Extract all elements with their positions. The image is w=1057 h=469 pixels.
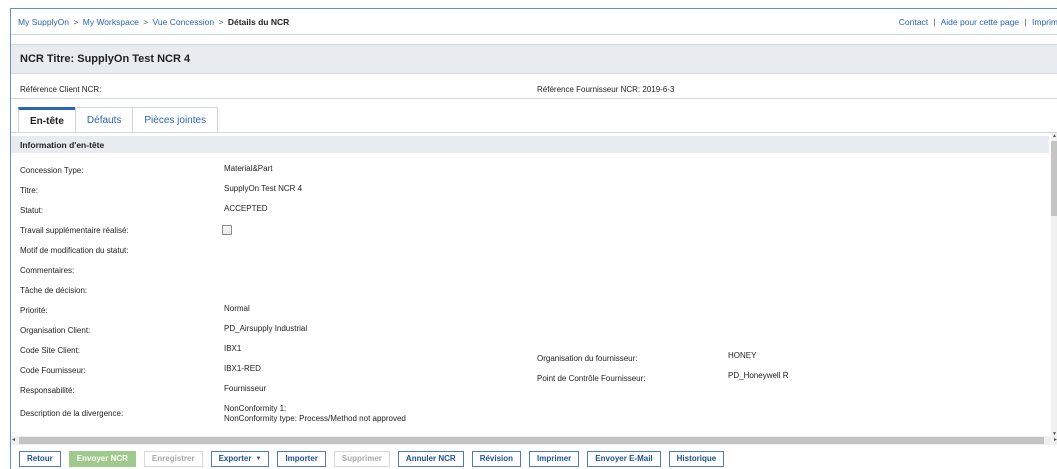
field-value-org-fournisseur: HONEY bbox=[728, 351, 757, 360]
link-separator: | bbox=[933, 16, 936, 27]
importer-button[interactable]: Importer bbox=[277, 450, 326, 467]
field-label-org-fournisseur: Organisation du fournisseur: bbox=[537, 354, 638, 363]
top-bar: My SupplyOn > My Workspace > Vue Concess… bbox=[11, 9, 1057, 35]
field-label-concession-type: Concession Type: bbox=[20, 166, 84, 175]
field-label-commentaires: Commentaires: bbox=[20, 266, 75, 275]
imprimer-button[interactable]: Imprimer bbox=[529, 450, 580, 467]
description-line: NonConformity type: Process/Method not a… bbox=[224, 413, 406, 423]
exporter-label: Exporter bbox=[218, 454, 252, 463]
historique-button[interactable]: Historique bbox=[668, 450, 725, 467]
tab-pieces-jointes[interactable]: Pièces jointes bbox=[132, 107, 219, 132]
chevron-down-icon: ▼ bbox=[255, 455, 262, 462]
field-label-point-controle: Point de Contrôle Fournisseur: bbox=[537, 374, 646, 383]
retour-button[interactable]: Retour bbox=[19, 450, 61, 467]
field-value-org-client: PD_Airsupply Industrial bbox=[224, 324, 308, 333]
field-label-org-client: Organisation Client: bbox=[20, 326, 91, 335]
action-button-bar: Retour Envoyer NCR Enregistrer Exporter … bbox=[11, 447, 1057, 469]
horizontal-scrollbar[interactable]: ◂ ▸ bbox=[11, 436, 1057, 445]
page-title-bar: NCR Titre: SupplyOn Test NCR 4 bbox=[11, 44, 1057, 74]
link-separator: | bbox=[1024, 16, 1027, 27]
print-link[interactable]: Imprim bbox=[1032, 17, 1057, 27]
contact-link[interactable]: Contact bbox=[899, 17, 928, 27]
field-value-responsabilite: Fournisseur bbox=[224, 384, 267, 393]
envoyer-ncr-button[interactable]: Envoyer NCR bbox=[68, 450, 136, 467]
enregistrer-button[interactable]: Enregistrer bbox=[143, 450, 203, 467]
scroll-left-icon[interactable]: ◂ bbox=[12, 436, 15, 443]
field-value-concession-type: Material&Part bbox=[224, 164, 273, 173]
field-value-statut: ACCEPTED bbox=[224, 204, 268, 213]
supprimer-button[interactable]: Supprimer bbox=[333, 450, 390, 467]
revision-button[interactable]: Révision bbox=[471, 450, 522, 467]
field-value-site-client: IBX1 bbox=[224, 344, 242, 353]
field-label-site-client: Code Site Client: bbox=[20, 346, 81, 355]
description-line: NonConformity 1: bbox=[224, 404, 287, 413]
field-label-description: Description de la divergence: bbox=[20, 409, 124, 418]
field-value-priorite: Normal bbox=[224, 304, 250, 313]
page-title: NCR Titre: SupplyOn Test NCR 4 bbox=[20, 53, 191, 65]
field-value-point-controle: PD_Honeywell R bbox=[728, 371, 789, 380]
app-frame: My SupplyOn > My Workspace > Vue Concess… bbox=[10, 8, 1057, 469]
horizontal-scroll-thumb[interactable] bbox=[19, 437, 1044, 444]
tab-en-tete[interactable]: En-tête bbox=[18, 107, 76, 132]
field-label-code-fournisseur: Code Fournisseur: bbox=[20, 366, 86, 375]
field-label-motif: Motif de modification du statut: bbox=[20, 246, 129, 255]
field-value-code-fournisseur: IBX1-RED bbox=[224, 364, 261, 373]
breadcrumb-link-mysupplyon[interactable]: My SupplyOn bbox=[18, 17, 69, 27]
header-info-panel: Information d'en-tête Concession Type: M… bbox=[11, 132, 1057, 436]
field-label-tache: Tâche de décision: bbox=[20, 286, 88, 295]
tab-defauts[interactable]: Défauts bbox=[74, 107, 134, 132]
breadcrumb-link-concession[interactable]: Vue Concession bbox=[153, 17, 215, 27]
top-links: Contact | Aide pour cette page | Imprim bbox=[899, 17, 1057, 27]
section-header: Information d'en-tête bbox=[11, 136, 1049, 153]
vertical-scroll-thumb[interactable] bbox=[1051, 141, 1057, 216]
field-value-description: NonConformity 1: NonConformity type: Pro… bbox=[224, 404, 406, 423]
help-link[interactable]: Aide pour cette page bbox=[941, 17, 1019, 27]
exporter-button[interactable]: Exporter ▼ bbox=[210, 450, 270, 467]
field-label-priorite: Priorité: bbox=[20, 306, 48, 315]
supplier-reference: Référence Fournisseur NCR: 2019-6-3 bbox=[537, 85, 675, 94]
field-label-travail: Travail supplémentaire réalisé: bbox=[20, 226, 129, 235]
travail-checkbox[interactable] bbox=[222, 225, 232, 235]
breadcrumb-link-workspace[interactable]: My Workspace bbox=[83, 17, 139, 27]
breadcrumb: My SupplyOn > My Workspace > Vue Concess… bbox=[18, 17, 289, 27]
client-reference: Référence Client NCR: bbox=[20, 85, 102, 94]
breadcrumb-separator: > bbox=[143, 16, 149, 27]
field-label-titre: Titre: bbox=[20, 186, 38, 195]
breadcrumb-separator: > bbox=[218, 16, 224, 27]
scroll-up-icon[interactable]: ▲ bbox=[1052, 133, 1057, 139]
field-label-responsabilite: Responsabilité: bbox=[20, 386, 75, 395]
reference-row: Référence Client NCR: Référence Fourniss… bbox=[11, 79, 1057, 99]
breadcrumb-separator: > bbox=[73, 16, 79, 27]
field-value-titre: SupplyOn Test NCR 4 bbox=[224, 184, 303, 193]
vertical-scrollbar[interactable]: ▲ ▼ bbox=[1051, 133, 1057, 436]
annuler-ncr-button[interactable]: Annuler NCR bbox=[397, 450, 464, 467]
field-label-statut: Statut: bbox=[20, 206, 44, 215]
tab-bar: En-tête Défauts Pièces jointes bbox=[18, 107, 219, 132]
breadcrumb-current: Détails du NCR bbox=[227, 16, 290, 27]
envoyer-email-button[interactable]: Envoyer E-Mail bbox=[587, 450, 661, 467]
